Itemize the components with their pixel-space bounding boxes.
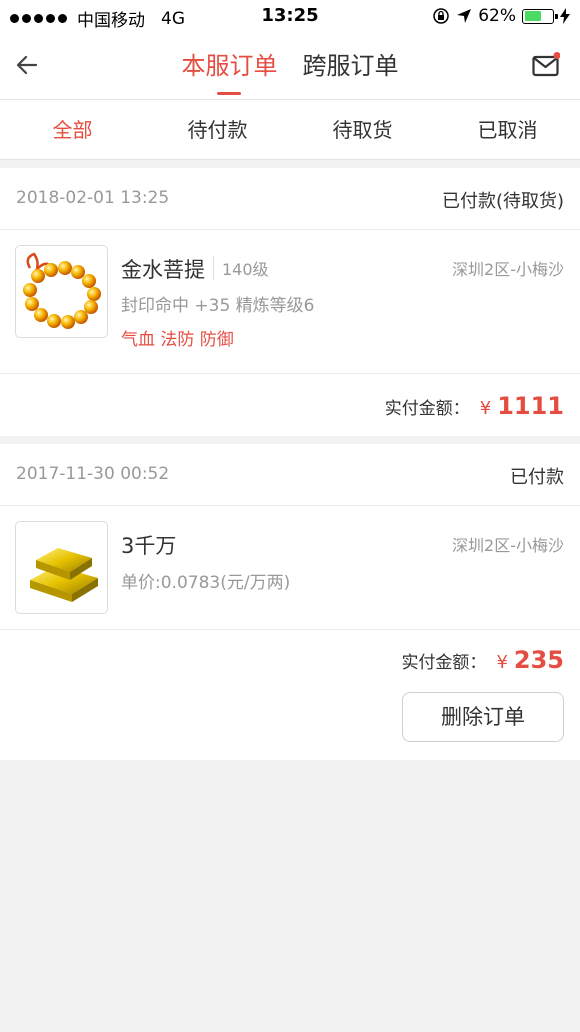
currency-symbol: ¥ (496, 652, 508, 673)
item-unit-price: 单价:0.0783(元/万两) (121, 573, 291, 593)
order-header: 2018-02-01 13:25 已付款(待取货) (0, 168, 580, 230)
order-status: 已付款(待取货) (441, 191, 564, 212)
delete-order-button[interactable]: 删除订单 (402, 692, 564, 742)
item-server: 深圳2区-小梅沙 (452, 536, 564, 555)
filter-all[interactable]: 全部 (0, 100, 145, 159)
item-name: 金水菩提 (121, 258, 205, 282)
status-bar: 中国移动 4G 13:25 62% (0, 0, 580, 32)
battery-percent: 62% (478, 6, 516, 26)
filter-cancelled[interactable]: 已取消 (435, 100, 580, 159)
paid-amount: 235 (513, 646, 564, 674)
prayer-beads-icon (15, 245, 108, 338)
filter-pending-payment[interactable]: 待付款 (145, 100, 290, 159)
order-status: 已付款 (510, 467, 564, 488)
order-filter-bar: 全部 待付款 待取货 已取消 (0, 100, 580, 160)
order-footer: 实付金额： ¥235 删除订单 (0, 630, 580, 760)
charging-bolt-icon (560, 8, 570, 24)
battery-icon (522, 8, 558, 24)
paid-amount-label: 实付金额： (384, 399, 470, 419)
order-card[interactable]: 2017-11-30 00:52 已付款 3千万 深圳2区-小梅沙 单价:0.0… (0, 444, 580, 760)
item-name: 3千万 (121, 534, 177, 558)
order-item[interactable]: 金水菩提 140级 深圳2区-小梅沙 封印命中 +35 精炼等级6 气血 法防 防… (0, 230, 580, 374)
nav-bar: 本服订单 跨服订单 (0, 32, 580, 100)
order-card[interactable]: 2018-02-01 13:25 已付款(待取货) 金水菩提 140级 深圳2区… (0, 168, 580, 436)
order-item[interactable]: 3千万 深圳2区-小梅沙 单价:0.0783(元/万两) (0, 506, 580, 630)
item-level: 140级 (213, 256, 269, 280)
item-server: 深圳2区-小梅沙 (452, 260, 564, 279)
paid-amount-label: 实付金额： (401, 653, 487, 673)
item-attributes: 气血 法防 防御 (121, 330, 234, 350)
paid-amount: 1111 (497, 392, 564, 420)
order-date: 2017-11-30 00:52 (16, 464, 170, 484)
order-header: 2017-11-30 00:52 已付款 (0, 444, 580, 506)
order-scope-tabs: 本服订单 跨服订单 (0, 46, 580, 95)
gold-bars-icon (15, 521, 108, 614)
tab-cross-server-orders[interactable]: 跨服订单 (303, 46, 399, 81)
filter-pending-pickup[interactable]: 待取货 (290, 100, 435, 159)
tab-local-orders[interactable]: 本服订单 (181, 46, 277, 95)
location-arrow-icon (457, 9, 472, 23)
orientation-lock-icon (433, 8, 449, 24)
order-date: 2018-02-01 13:25 (16, 188, 170, 208)
currency-symbol: ¥ (479, 398, 492, 419)
order-footer: 实付金额： ¥1111 (0, 374, 580, 436)
item-description: 封印命中 +35 精炼等级6 (121, 296, 315, 316)
mail-icon[interactable] (532, 52, 560, 78)
